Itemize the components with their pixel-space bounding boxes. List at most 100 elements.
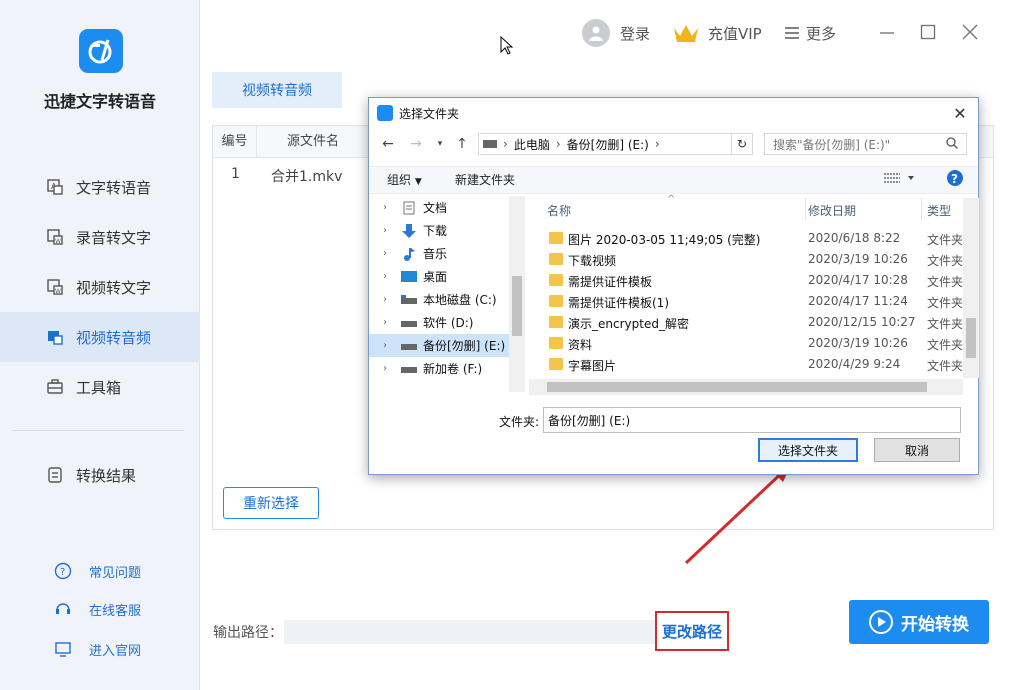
tree-item-music[interactable]: › 音乐 [369, 242, 509, 265]
sidebar-item-video-to-text[interactable]: W 视频转文字 [0, 262, 200, 312]
dialog-close-icon[interactable]: ✕ [950, 103, 970, 123]
file-date: 2020/3/19 10:26 [808, 252, 908, 266]
dialog-app-icon [377, 105, 393, 121]
menu-icon [785, 26, 799, 40]
list-item[interactable]: 需提供证件模板(1) 2020/4/17 11:24 文件夹 [527, 291, 964, 312]
app-logo-icon [79, 29, 123, 73]
file-list-scrollbar[interactable] [963, 198, 979, 378]
mouse-cursor-icon [500, 35, 514, 60]
list-item[interactable]: 需提供证件模板 2020/4/17 10:28 文件夹 [527, 270, 964, 291]
sidebar-item-label: 转换结果 [76, 466, 137, 485]
list-item[interactable]: 下载视频 2020/3/19 10:26 文件夹 [527, 249, 964, 270]
column-name[interactable]: 名称 [547, 202, 571, 219]
more-button[interactable]: 更多 [785, 17, 836, 49]
address-bar[interactable]: › 此电脑 › 备份[勿删] (E:) › [478, 133, 753, 155]
tree-scrollbar-thumb[interactable] [512, 276, 522, 336]
sidebar-item-label: 工具箱 [76, 378, 122, 397]
maximize-button[interactable] [918, 22, 938, 42]
list-item[interactable]: 资料 2020/3/19 10:26 文件夹 [527, 333, 964, 354]
breadcrumb-separator-icon: › [555, 137, 561, 151]
breadcrumb-this-pc[interactable]: 此电脑 [514, 136, 550, 153]
help-website[interactable]: 进入官网 [54, 638, 141, 660]
sidebar-item-video-to-audio[interactable]: 视频转音频 [0, 312, 200, 362]
view-options-icon[interactable] [884, 171, 914, 188]
column-type[interactable]: 类型 [927, 202, 951, 219]
file-name: 图片 2020-03-05 11;49;05 (完整) [568, 233, 761, 247]
organize-button[interactable]: 组织 ▼ [387, 171, 422, 188]
crown-icon [672, 22, 700, 44]
sidebar-item-text-to-speech[interactable]: A 文字转语音 [0, 162, 200, 212]
tree-item-drive-e[interactable]: › 备份[勿删] (E:) [369, 334, 509, 357]
desktop-icon [401, 270, 417, 284]
file-date: 2020/12/15 10:27 [808, 315, 916, 329]
help-icon[interactable]: ? [946, 169, 964, 190]
sidebar-item-results[interactable]: 转换结果 [0, 450, 200, 500]
folder-icon [549, 274, 563, 286]
dialog-toolbar: 组织 ▼ 新建文件夹 ? [369, 166, 978, 194]
app-name: 迅捷文字转语音 [43, 92, 156, 111]
column-divider [805, 198, 806, 220]
file-name: 下载视频 [568, 254, 617, 268]
list-item[interactable]: 图片 2020-03-05 11;49;05 (完整) 2020/6/18 8:2… [527, 228, 964, 249]
start-convert-button[interactable]: 开始转换 [849, 600, 989, 644]
login-button[interactable]: 登录 [582, 17, 650, 49]
tree-item-desktop[interactable]: › 桌面 [369, 265, 509, 288]
breadcrumb-drive-e[interactable]: 备份[勿删] (E:) [567, 136, 649, 153]
avatar-icon [582, 19, 610, 47]
forward-arrow-icon[interactable]: → [407, 135, 425, 153]
folder-tree: › 文档 › 下载 › 音乐 › 桌面 › 本地磁盘 (C:) › 软件 (D:) › 备份[… [369, 196, 524, 392]
sidebar-item-audio-to-text[interactable]: W 录音转文字 [0, 212, 200, 262]
tree-item-documents[interactable]: › 文档 [369, 196, 509, 219]
search-icon [946, 136, 958, 152]
help-faq[interactable]: ? 常见问题 [54, 560, 141, 582]
change-path-button[interactable]: 更改路径 [655, 611, 729, 651]
file-type: 文件夹 [927, 233, 964, 247]
document-icon [401, 201, 417, 215]
list-item[interactable]: 演示_encrypted_解密 2020/12/15 10:27 文件夹 [527, 312, 964, 333]
tree-item-drive-c[interactable]: › 本地磁盘 (C:) [369, 288, 509, 311]
reselect-button[interactable]: 重新选择 [223, 487, 319, 519]
column-date[interactable]: 修改日期 [808, 202, 856, 219]
sidebar-item-toolbox[interactable]: 工具箱 [0, 362, 200, 412]
drive-icon [401, 293, 417, 307]
tab-video-to-audio[interactable]: 视频转音频 [212, 72, 342, 108]
folder-field[interactable]: 备份[勿删] (E:) [543, 407, 961, 433]
hscrollbar-thumb[interactable] [547, 382, 927, 392]
tree-item-drive-f[interactable]: › 新加卷 (F:) [369, 357, 509, 380]
back-arrow-icon[interactable]: ← [379, 135, 397, 153]
tree-scrollbar[interactable] [509, 196, 525, 392]
file-name: 需提供证件模板(1) [568, 296, 669, 310]
expand-icon: › [383, 225, 387, 236]
vip-label: 充值VIP [708, 24, 762, 43]
headset-icon [54, 600, 72, 618]
new-folder-button[interactable]: 新建文件夹 [455, 171, 515, 188]
up-arrow-icon[interactable]: ↑ [453, 135, 471, 153]
recent-chevron-icon[interactable]: ▾ [431, 135, 449, 153]
help-online-service-label: 在线客服 [89, 603, 142, 619]
minimize-icon [880, 32, 894, 34]
svg-text:?: ? [60, 567, 65, 578]
file-list-hscrollbar[interactable] [529, 379, 963, 395]
dropdown-arrow-icon: ▼ [414, 177, 422, 187]
tree-item-downloads[interactable]: › 下载 [369, 219, 509, 242]
address-row: ← → ▾ ↑ › 此电脑 › 备份[勿删] (E:) › ↻ 搜索"备份[勿删… [369, 132, 978, 158]
select-folder-button[interactable]: 选择文件夹 [758, 438, 858, 462]
list-item[interactable]: 字幕图片 2020/4/29 9:24 文件夹 [527, 354, 964, 375]
refresh-icon[interactable]: ↻ [731, 133, 753, 155]
output-path-field[interactable] [284, 620, 656, 644]
file-type: 文件夹 [927, 296, 964, 310]
help-online-service[interactable]: 在线客服 [54, 598, 141, 620]
search-input[interactable]: 搜索"备份[勿删] (E:)" [764, 133, 967, 155]
file-date: 2020/4/29 9:24 [808, 357, 901, 371]
tree-item-label: 下载 [423, 224, 448, 238]
maximize-icon [920, 24, 936, 40]
cancel-button[interactable]: 取消 [874, 438, 960, 462]
sidebar-item-label: 文字转语音 [76, 178, 152, 197]
close-button[interactable] [960, 22, 980, 42]
output-path-label: 输出路径： [213, 625, 283, 641]
vip-button[interactable]: 充值VIP [672, 17, 762, 49]
drive-icon [401, 316, 417, 330]
tree-item-drive-d[interactable]: › 软件 (D:) [369, 311, 509, 334]
file-list-scrollbar-thumb[interactable] [966, 318, 976, 358]
minimize-button[interactable] [877, 22, 897, 42]
